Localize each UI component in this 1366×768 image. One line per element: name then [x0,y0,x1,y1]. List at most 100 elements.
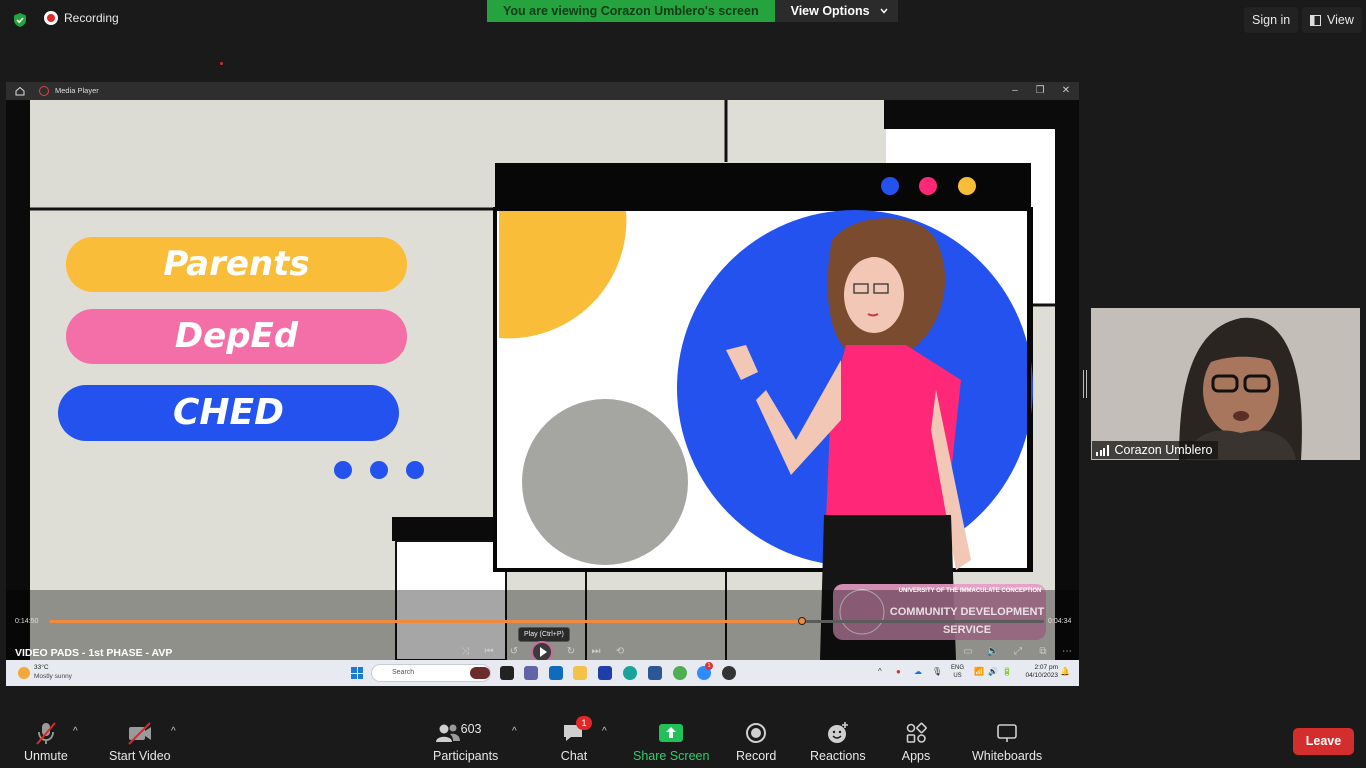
close-icon[interactable]: ✕ [1059,84,1073,98]
weather-sun-icon[interactable] [18,667,30,679]
elapsed-time: 0:14:50 [15,618,39,625]
previous-icon[interactable]: ⏮ [482,645,496,659]
video-options-chevron-icon[interactable]: ^ [171,726,181,737]
participant-name: Corazon Umblero [1114,443,1213,457]
slide-illustration [6,100,1079,660]
participants-options-chevron-icon[interactable]: ^ [512,726,522,737]
teams-icon[interactable] [524,666,538,680]
chat-button[interactable]: 1 Chat [554,716,594,763]
apps-button[interactable]: Apps [896,720,936,763]
clock-date: 04/10/2023 [1025,672,1058,679]
chat-label: Chat [560,749,588,763]
word-icon[interactable] [648,666,662,680]
notifications-icon[interactable]: 🔔 [1060,667,1070,676]
media-player-title: Media Player [55,86,99,95]
next-icon[interactable]: ⏭ [589,645,603,659]
mail-icon[interactable] [549,666,563,680]
seek-bar[interactable] [49,617,1044,625]
video-camera-off-icon [128,722,151,745]
record-icon [746,723,767,743]
record-button[interactable]: Record [736,720,776,763]
shared-screen[interactable]: Media Player – ❐ ✕ Parents DepEd CHED UN… [6,82,1079,686]
audio-level-icon [1096,444,1109,456]
skip-forward-icon[interactable]: ↻ [564,645,578,659]
volume-tray-icon[interactable]: 🔊 [988,667,998,676]
unmute-label: Unmute [24,749,68,763]
leave-button[interactable]: Leave [1293,728,1354,755]
clock-time: 2:07 pm [1034,664,1059,671]
clock[interactable]: 2:07 pm 04/10/2023 [1018,664,1058,680]
skip-back-icon[interactable]: ↺ [507,645,521,659]
media-player-titlebar: Media Player – ❐ ✕ [6,82,1079,100]
fullscreen-icon[interactable]: ⤢ [1011,645,1025,659]
participant-video-tile[interactable]: Corazon Umblero [1091,308,1360,460]
microphone-muted-icon [36,722,56,745]
recording-indicator[interactable]: Recording [44,11,119,25]
shuffle-icon[interactable]: ⤨ [458,645,472,659]
design-app-icon[interactable] [598,666,612,680]
participants-icon [435,724,460,742]
participants-count: 603 [460,722,482,736]
minimize-icon[interactable]: – [1008,84,1022,98]
zoom-meeting-window: Recording You are viewing Corazon Umbler… [0,0,1366,768]
file-explorer-icon[interactable] [573,666,587,680]
region-code: US [953,673,962,679]
weather-temperature[interactable]: 33°C [34,664,49,671]
play-tooltip: Play (Ctrl+P) [518,627,570,642]
view-button[interactable]: View [1302,7,1362,33]
battery-icon[interactable]: 🔋 [1002,667,1012,676]
show-hidden-icons-icon[interactable]: ^ [878,667,882,676]
repeat-icon[interactable]: ⟲ [613,645,627,659]
view-label: View [1327,13,1354,27]
volume-icon[interactable]: 🔈 [986,645,1000,659]
share-screen-button[interactable]: Share Screen [633,720,709,763]
task-view-icon[interactable] [500,666,514,680]
edge-icon[interactable] [623,666,637,680]
sign-in-button[interactable]: Sign in [1244,7,1299,33]
cast-icon[interactable]: ⧉ [1036,645,1050,659]
org-banner-line-2: COMMUNITY DEVELOPMENT [889,606,1045,618]
miniplayer-icon[interactable]: ▭ [961,645,975,659]
start-video-label: Start Video [109,749,171,763]
play-icon [539,647,547,657]
shield-icon[interactable] [12,12,28,28]
search-highlight-icon[interactable] [470,667,490,679]
viewing-banner: You are viewing Corazon Umblero's screen… [487,0,898,22]
microphone-icon[interactable]: 🎙 [932,667,942,676]
start-video-button[interactable]: Start Video [109,720,171,763]
org-banner-line-3: SERVICE [942,624,992,636]
chat-options-chevron-icon[interactable]: ^ [602,726,612,737]
panel-resize-handle[interactable] [1083,370,1087,398]
participants-label: Participants [433,749,499,763]
recording-label: Recording [64,11,119,25]
share-screen-label: Share Screen [633,749,710,763]
audio-options-chevron-icon[interactable]: ^ [73,726,83,737]
windows-start-icon[interactable] [351,667,363,679]
reactions-button[interactable]: Reactions [810,720,866,763]
seek-bar-fill [49,620,803,623]
annotation-dot [220,62,223,65]
weather-description[interactable]: Mostly sunny [34,673,72,680]
whiteboards-button[interactable]: Whiteboards [972,720,1042,763]
play-button[interactable] [531,641,553,660]
antivirus-icon[interactable]: ● [896,667,901,676]
view-options-button[interactable]: View Options [774,0,898,22]
video-frame[interactable]: Parents DepEd CHED UNIVERSITY OF THE IMM… [6,100,1079,660]
apps-icon [906,722,927,743]
media-player-icon[interactable] [722,666,736,680]
top-bar: Recording You are viewing Corazon Umbler… [0,0,1366,40]
participants-button[interactable]: 603 Participants [433,720,498,763]
chevron-down-icon [880,8,888,14]
whiteboard-icon [997,724,1017,742]
reactions-label: Reactions [810,749,866,763]
home-icon[interactable] [14,85,26,97]
org-banner-line-1: UNIVERSITY OF THE IMMACULATE CONCEPTION [898,588,1042,594]
language-indicator[interactable]: ENG US [951,664,964,680]
more-options-icon[interactable]: ⋯ [1060,645,1074,659]
chrome-icon[interactable] [673,666,687,680]
wifi-icon[interactable]: 📶 [974,667,984,676]
layout-icon [1310,14,1321,26]
unmute-button[interactable]: Unmute [24,720,68,763]
onedrive-icon[interactable]: ☁ [914,667,922,676]
restore-icon[interactable]: ❐ [1033,84,1047,98]
